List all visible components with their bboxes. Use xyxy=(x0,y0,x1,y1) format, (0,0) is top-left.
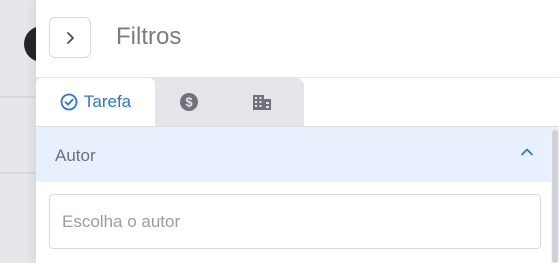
author-search-input[interactable] xyxy=(49,194,541,249)
autor-section-title: Autor xyxy=(55,146,96,165)
filters-header: Filtros xyxy=(36,0,559,78)
backdrop-divider xyxy=(0,96,36,98)
filter-tabs: Tarefa $ xyxy=(36,78,304,126)
scrollbar-thumb[interactable] xyxy=(552,130,558,263)
building-icon xyxy=(253,95,271,110)
tab-tarefa[interactable]: Tarefa xyxy=(36,78,155,126)
filters-panel: Filtros Tarefa $ Autor Escolha o autor xyxy=(36,0,559,263)
backdrop-divider xyxy=(0,172,36,174)
autor-section-header[interactable]: Autor xyxy=(36,127,559,182)
chevron-up-icon[interactable] xyxy=(520,147,534,157)
check-circle-icon xyxy=(60,93,78,111)
dollar-circle-icon: $ xyxy=(180,93,198,111)
chevron-right-icon xyxy=(67,31,74,44)
tab-financeiro[interactable]: $ xyxy=(155,78,223,126)
filters-title: Filtros xyxy=(116,23,182,50)
svg-text:$: $ xyxy=(185,95,193,110)
tab-empresa[interactable] xyxy=(223,78,301,126)
close-filters-button[interactable] xyxy=(49,17,91,58)
scrollbar[interactable] xyxy=(551,130,559,263)
tab-tarefa-label: Tarefa xyxy=(83,92,132,111)
